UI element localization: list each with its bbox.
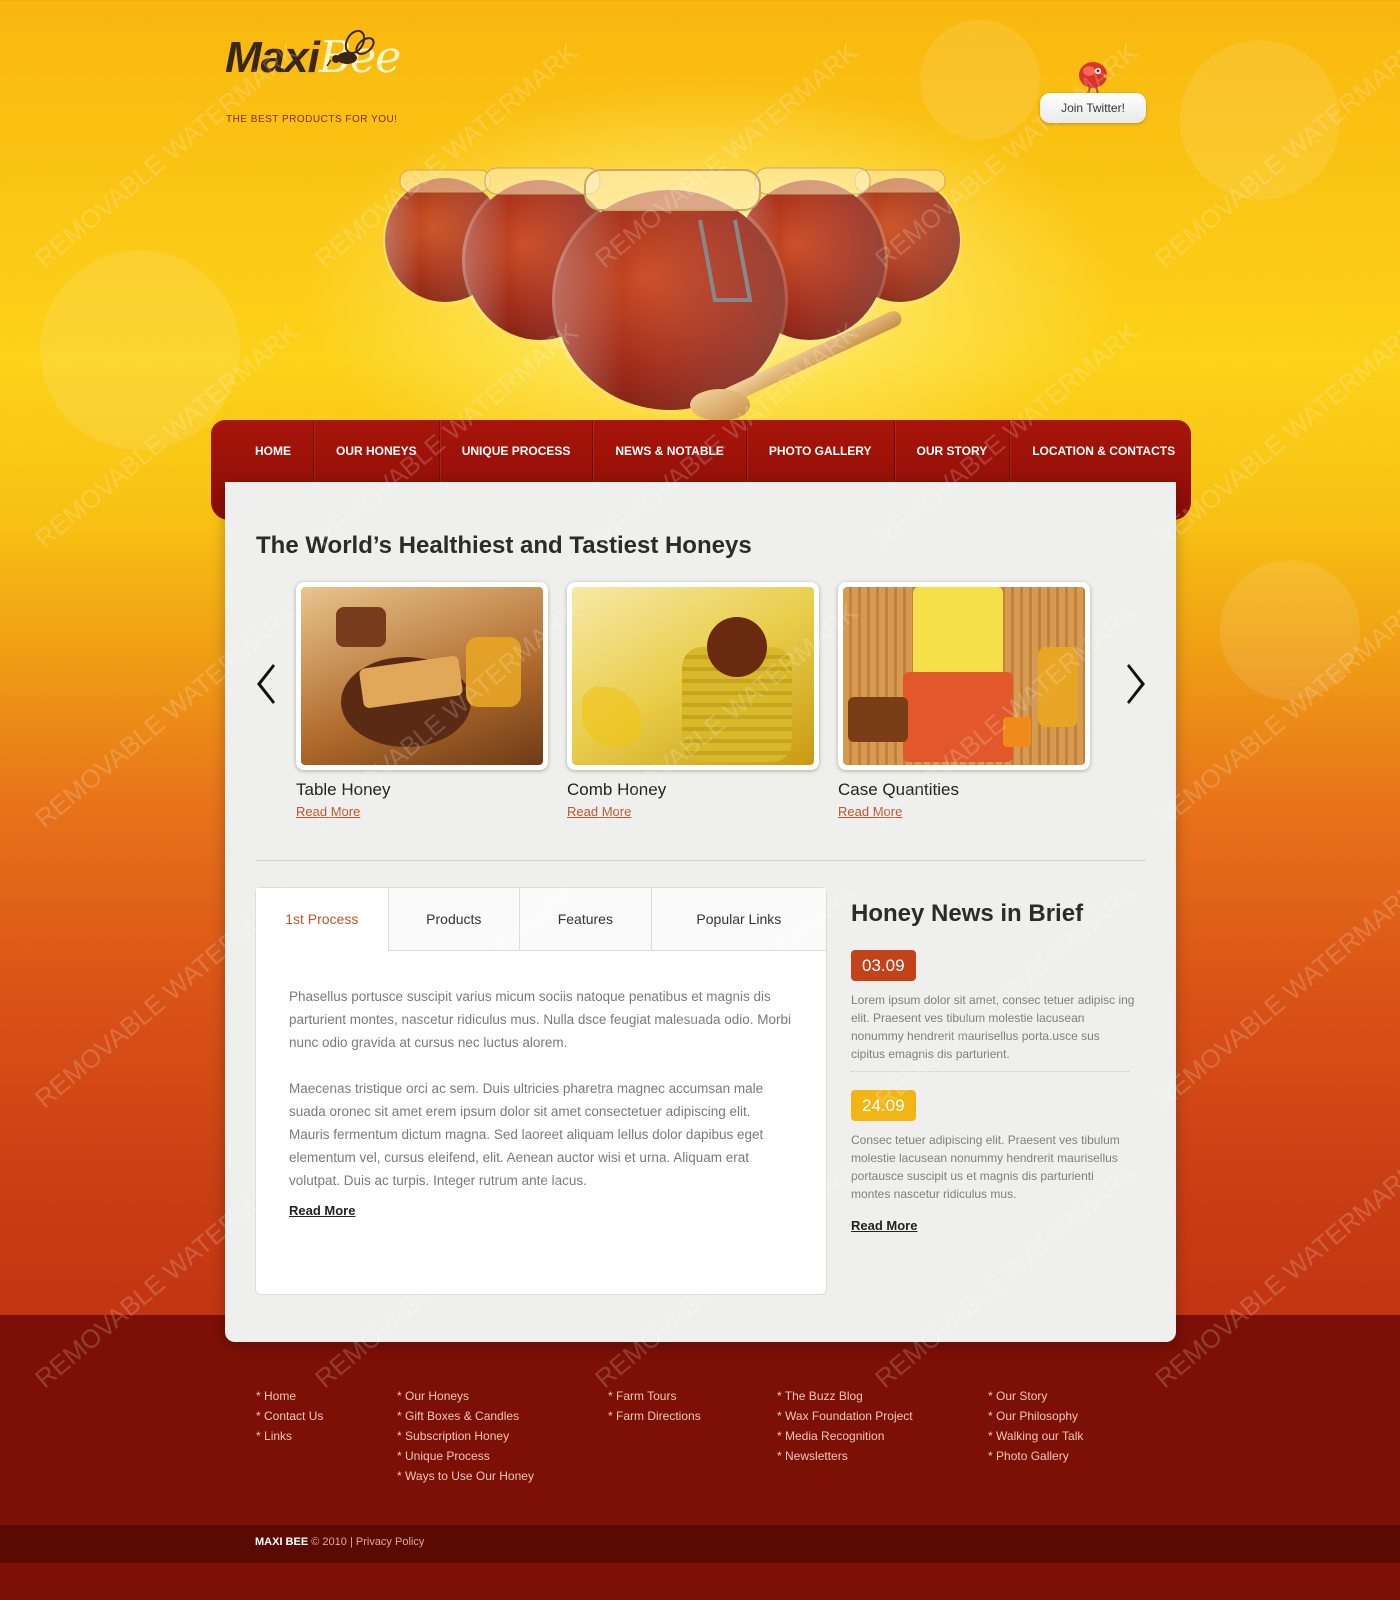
card-read-more-link[interactable]: Read More xyxy=(296,804,360,819)
footer-links-column: Our Honeys Gift Boxes & Candles Subscrip… xyxy=(397,1386,534,1486)
news-text: Lorem ipsum dolor sit amet, consec tetue… xyxy=(851,993,1135,1061)
tagline: THE BEST PRODUCTS FOR YOU! xyxy=(226,114,398,125)
footer-link[interactable]: Photo Gallery xyxy=(988,1446,1083,1466)
tabs-panel: 1st Process Products Features Popular Li… xyxy=(255,887,827,1295)
twitter-bird-icon xyxy=(1079,62,1111,95)
tab-products[interactable]: Products xyxy=(387,888,520,951)
footer-links-column: Our Story Our Philosophy Walking our Tal… xyxy=(988,1386,1083,1466)
news-date-badge: 24.09 xyxy=(851,1090,916,1121)
card-title: Table Honey xyxy=(296,780,391,799)
nav-home[interactable]: HOME xyxy=(233,420,314,482)
news-read-more-link[interactable]: Read More xyxy=(851,1218,917,1233)
bokeh-light xyxy=(1220,560,1360,700)
tab-1st-process[interactable]: 1st Process xyxy=(256,888,388,951)
comb-honey-image xyxy=(572,587,814,765)
news-sidebar: Honey News in Brief 03.09 Lorem ipsum do… xyxy=(851,882,1141,1235)
footer-link[interactable]: Gift Boxes & Candles xyxy=(397,1406,534,1426)
nav-our-story[interactable]: OUR STORY xyxy=(895,420,1011,482)
tab-content: Phasellus portusce suscipit varius micum… xyxy=(256,951,826,1220)
copyright: MAXI BEE © 2010 | Privacy Policy xyxy=(255,1536,424,1548)
card-read-more-link[interactable]: Read More xyxy=(838,804,902,819)
copyright-year: © 2010 xyxy=(311,1536,347,1548)
nav-photo-gallery[interactable]: PHOTO GALLERY xyxy=(747,420,895,482)
footer-link[interactable]: Farm Directions xyxy=(608,1406,701,1426)
footer-link[interactable]: Newsletters xyxy=(777,1446,913,1466)
copyright-separator: | xyxy=(349,1536,353,1548)
footer-link[interactable]: Ways to Use Our Honey xyxy=(397,1466,534,1486)
news-item: 03.09 Lorem ipsum dolor sit amet, consec… xyxy=(851,928,1141,1072)
logo[interactable]: MaxiBee THE BEST PRODUCTS FOR YOU! xyxy=(225,29,401,125)
footer-link[interactable]: Our Philosophy xyxy=(988,1406,1083,1426)
carousel-next-arrow-icon[interactable] xyxy=(1123,662,1149,706)
footer-link[interactable]: Wax Foundation Project xyxy=(777,1406,913,1426)
product-card: Table Honey Read More xyxy=(296,582,548,821)
bee-icon xyxy=(326,29,375,67)
tab-bar: 1st Process Products Features Popular Li… xyxy=(256,888,827,951)
footer-links-column: Home Contact Us Links xyxy=(256,1386,323,1446)
privacy-policy-link[interactable]: Privacy Policy xyxy=(356,1536,424,1548)
main-content-panel: The World’s Healthiest and Tastiest Hone… xyxy=(225,482,1176,1342)
nav-our-honeys[interactable]: OUR HONEYS xyxy=(314,420,440,482)
footer-bottom-strip xyxy=(0,1525,1400,1563)
footer-links-column: The Buzz Blog Wax Foundation Project Med… xyxy=(777,1386,913,1466)
section-divider xyxy=(256,860,1146,861)
footer-link[interactable]: Links xyxy=(256,1426,323,1446)
carousel-prev-arrow-icon[interactable] xyxy=(253,662,279,706)
footer-link[interactable]: Subscription Honey xyxy=(397,1426,534,1446)
tab-paragraph: Maecenas tristique orci ac sem. Duis ult… xyxy=(289,1081,764,1188)
nav-location-contacts[interactable]: LOCATION & CONTACTS xyxy=(1010,420,1197,482)
news-text: Consec tetuer adipiscing elit. Praesent … xyxy=(851,1133,1120,1201)
bokeh-light xyxy=(40,250,240,450)
tab-paragraph: Phasellus portusce suscipit varius micum… xyxy=(289,989,791,1050)
card-title: Comb Honey xyxy=(567,780,667,799)
news-date-badge: 03.09 xyxy=(851,950,916,981)
product-card: Comb Honey Read More xyxy=(567,582,819,821)
watermark: REMOVABLE WATERMARK xyxy=(1149,876,1400,1114)
footer-brand: MAXI BEE xyxy=(255,1536,309,1548)
card-title: Case Quantities xyxy=(838,780,959,799)
twitter-widget: Join Twitter! xyxy=(1040,55,1146,125)
product-thumbnail[interactable] xyxy=(838,582,1090,770)
page-title: The World’s Healthiest and Tastiest Hone… xyxy=(256,532,752,559)
tab-features[interactable]: Features xyxy=(519,888,651,951)
hero-honey-jars-image xyxy=(383,167,962,421)
tab-read-more-link[interactable]: Read More xyxy=(289,1203,355,1218)
news-item: 24.09 Consec tetuer adipiscing elit. Pra… xyxy=(851,1072,1141,1203)
card-read-more-link[interactable]: Read More xyxy=(567,804,631,819)
footer-link[interactable]: Media Recognition xyxy=(777,1426,913,1446)
product-thumbnail[interactable] xyxy=(567,582,819,770)
footer-link[interactable]: Farm Tours xyxy=(608,1386,701,1406)
footer-link[interactable]: Walking our Talk xyxy=(988,1426,1083,1446)
news-title: Honey News in Brief xyxy=(851,900,1084,927)
footer-link[interactable]: Contact Us xyxy=(256,1406,323,1426)
tab-popular-links[interactable]: Popular Links xyxy=(650,888,827,951)
product-thumbnail[interactable] xyxy=(296,582,548,770)
footer-link[interactable]: Home xyxy=(256,1386,323,1406)
product-card: Case Quantities Read More xyxy=(838,582,1090,821)
nav-unique-process[interactable]: UNIQUE PROCESS xyxy=(440,420,594,482)
footer-link[interactable]: The Buzz Blog xyxy=(777,1386,913,1406)
footer-link[interactable]: Unique Process xyxy=(397,1446,534,1466)
footer-link[interactable]: Our Story xyxy=(988,1386,1083,1406)
case-quantities-image xyxy=(843,587,1085,765)
footer-links-column: Farm Tours Farm Directions xyxy=(608,1386,701,1426)
footer-tail xyxy=(0,1563,1400,1600)
join-twitter-button[interactable]: Join Twitter! xyxy=(1040,93,1146,123)
footer-link[interactable]: Our Honeys xyxy=(397,1386,534,1406)
nav-news-notable[interactable]: NEWS & NOTABLE xyxy=(593,420,747,482)
table-honey-image xyxy=(301,587,543,765)
bokeh-light xyxy=(1180,40,1340,200)
